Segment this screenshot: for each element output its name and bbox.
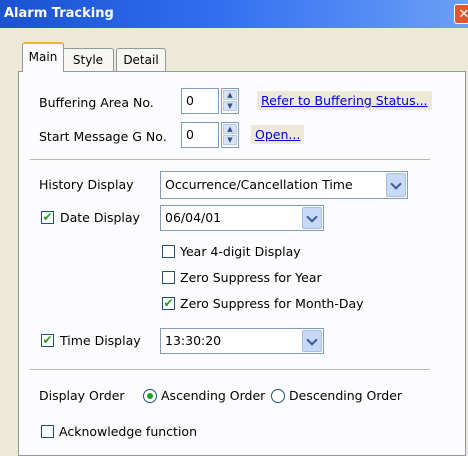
chevron-down-icon — [306, 211, 318, 223]
time-display-checkbox[interactable]: ✔ — [41, 334, 54, 347]
date-display-select[interactable]: 06/04/01 — [160, 205, 324, 231]
history-display-dropdown[interactable] — [386, 173, 406, 197]
spin-down-icon[interactable]: ▼ — [223, 135, 237, 145]
refer-buffering-status-link[interactable]: Refer to Buffering Status... — [257, 91, 432, 110]
date-display-label: Date Display — [60, 210, 140, 225]
buffering-area-label: Buffering Area No. — [39, 95, 154, 110]
date-display-checkbox[interactable]: ✔ — [41, 211, 54, 224]
close-button[interactable]: ✕ — [454, 4, 468, 24]
date-display-dropdown[interactable] — [302, 207, 322, 229]
time-display-value: 13:30:20 — [165, 333, 222, 348]
title-bar: Alarm Tracking ✕ — [0, 0, 468, 28]
chevron-down-icon — [306, 334, 318, 346]
history-display-value: Occurrence/Cancellation Time — [165, 177, 353, 192]
year-4digit-label: Year 4-digit Display — [180, 244, 301, 259]
separator — [30, 159, 430, 161]
tab-detail[interactable]: Detail — [116, 48, 166, 71]
time-display-select[interactable]: 13:30:20 — [160, 328, 324, 354]
start-message-spinner[interactable]: ▲ ▼ — [221, 122, 239, 148]
date-display-value: 06/04/01 — [165, 210, 222, 225]
year-4digit-checkbox[interactable] — [162, 245, 175, 258]
zero-suppress-year-checkbox[interactable] — [162, 271, 175, 284]
start-message-label: Start Message G No. — [39, 129, 167, 144]
alarm-tracking-dialog: Alarm Tracking ✕ Main Style Detail Buffe… — [0, 0, 468, 456]
window-title: Alarm Tracking — [4, 6, 114, 21]
time-display-label: Time Display — [60, 333, 141, 348]
spin-up-icon[interactable]: ▲ — [223, 124, 237, 134]
buffering-area-spinner[interactable]: ▲ ▼ — [221, 88, 239, 114]
separator — [30, 369, 430, 371]
history-display-select[interactable]: Occurrence/Cancellation Time — [160, 171, 408, 199]
acknowledge-function-label: Acknowledge function — [59, 424, 197, 439]
tab-style[interactable]: Style — [62, 48, 114, 71]
spin-up-icon[interactable]: ▲ — [223, 90, 237, 100]
buffering-area-input[interactable]: 0 — [181, 88, 219, 114]
descending-order-radio[interactable] — [271, 389, 285, 403]
descending-order-label: Descending Order — [289, 388, 403, 403]
chevron-down-icon — [390, 178, 402, 190]
history-display-label: History Display — [39, 177, 134, 192]
spin-down-icon[interactable]: ▼ — [223, 101, 237, 111]
zero-suppress-month-day-label: Zero Suppress for Month-Day — [180, 296, 364, 311]
zero-suppress-month-day-checkbox[interactable]: ✔ — [162, 297, 175, 310]
open-link[interactable]: Open... — [251, 125, 305, 144]
zero-suppress-year-label: Zero Suppress for Year — [180, 270, 322, 285]
radio-selected-dot — [147, 393, 153, 399]
ascending-order-label: Ascending Order — [161, 388, 266, 403]
tab-main[interactable]: Main — [22, 42, 64, 72]
acknowledge-function-checkbox[interactable] — [41, 425, 54, 438]
display-order-label: Display Order — [39, 388, 125, 403]
time-display-dropdown[interactable] — [302, 330, 322, 352]
ascending-order-radio[interactable] — [143, 389, 157, 403]
start-message-input[interactable]: 0 — [181, 122, 219, 148]
